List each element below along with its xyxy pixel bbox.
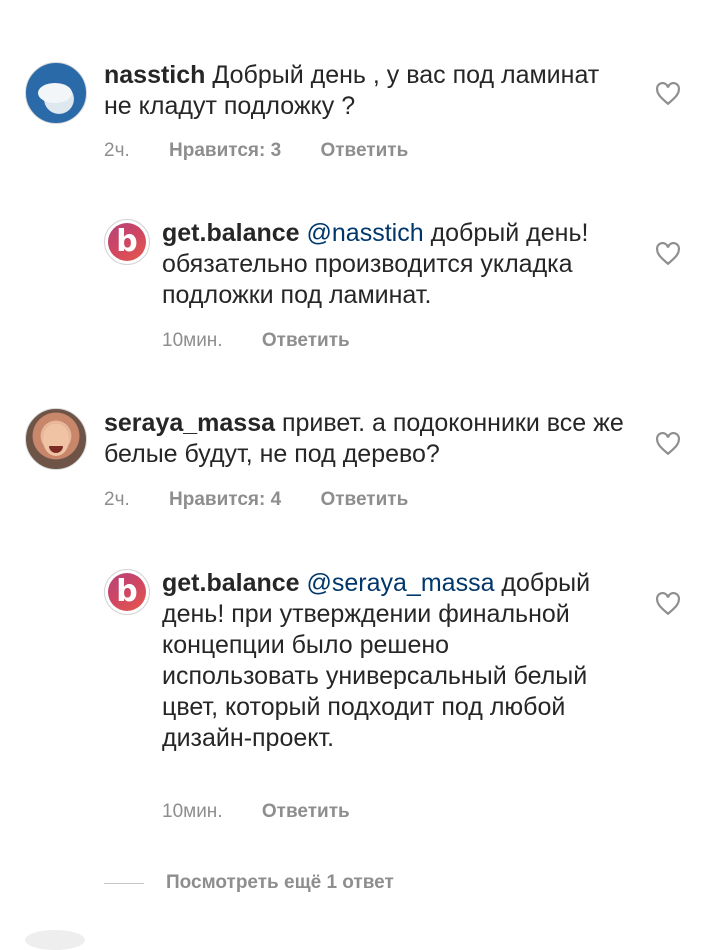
reply-button[interactable]: Ответить <box>262 801 350 822</box>
reply-button[interactable]: Ответить <box>320 140 408 161</box>
username[interactable]: nasstich <box>104 61 205 89</box>
brand-logo-icon: b <box>108 223 146 261</box>
heart-outline-icon[interactable] <box>655 242 681 266</box>
username[interactable]: seraya_massa <box>104 409 275 437</box>
heart-outline-icon[interactable] <box>655 432 681 456</box>
avatar-nasstich[interactable] <box>25 62 87 124</box>
comment-meta: 10мин. Ответить <box>162 801 384 823</box>
avatar-get-balance[interactable]: b <box>104 219 150 265</box>
comment-text: nasstich Добрый день , у вас под ламинат… <box>104 60 624 122</box>
view-more-replies[interactable]: Посмотреть ещё 1 ответ <box>104 872 394 894</box>
comment-text: get.balance @nasstich добрый день! обяза… <box>162 218 602 311</box>
timestamp: 2ч. <box>104 489 130 510</box>
username[interactable]: get.balance <box>162 219 300 247</box>
comment-meta: 2ч. Нравится: 3 Ответить <box>104 140 442 162</box>
reply-button[interactable]: Ответить <box>262 330 350 351</box>
timestamp: 10мин. <box>162 801 223 822</box>
likes-count[interactable]: Нравится: 4 <box>169 489 281 510</box>
heart-outline-icon[interactable] <box>655 82 681 106</box>
mention-link[interactable]: @nasstich <box>307 219 424 247</box>
avatar-seraya-massa[interactable] <box>25 408 87 470</box>
brand-logo-icon: b <box>108 573 146 611</box>
mention-link[interactable]: @seraya_massa <box>307 569 495 597</box>
comment-meta: 2ч. Нравится: 4 Ответить <box>104 489 442 511</box>
divider-line <box>104 882 144 884</box>
comment-text: get.balance @seraya_massa добрый день! п… <box>162 568 602 754</box>
likes-count[interactable]: Нравится: 3 <box>169 140 281 161</box>
comment-text: seraya_massa привет. а подоконники все ж… <box>104 408 624 470</box>
timestamp: 10мин. <box>162 330 223 351</box>
next-avatar <box>25 930 85 950</box>
view-more-label[interactable]: Посмотреть ещё 1 ответ <box>166 872 394 894</box>
username[interactable]: get.balance <box>162 569 300 597</box>
avatar-get-balance[interactable]: b <box>104 569 150 615</box>
comment-meta: 10мин. Ответить <box>162 330 384 352</box>
timestamp: 2ч. <box>104 140 130 161</box>
reply-button[interactable]: Ответить <box>320 489 408 510</box>
heart-outline-icon[interactable] <box>655 592 681 616</box>
